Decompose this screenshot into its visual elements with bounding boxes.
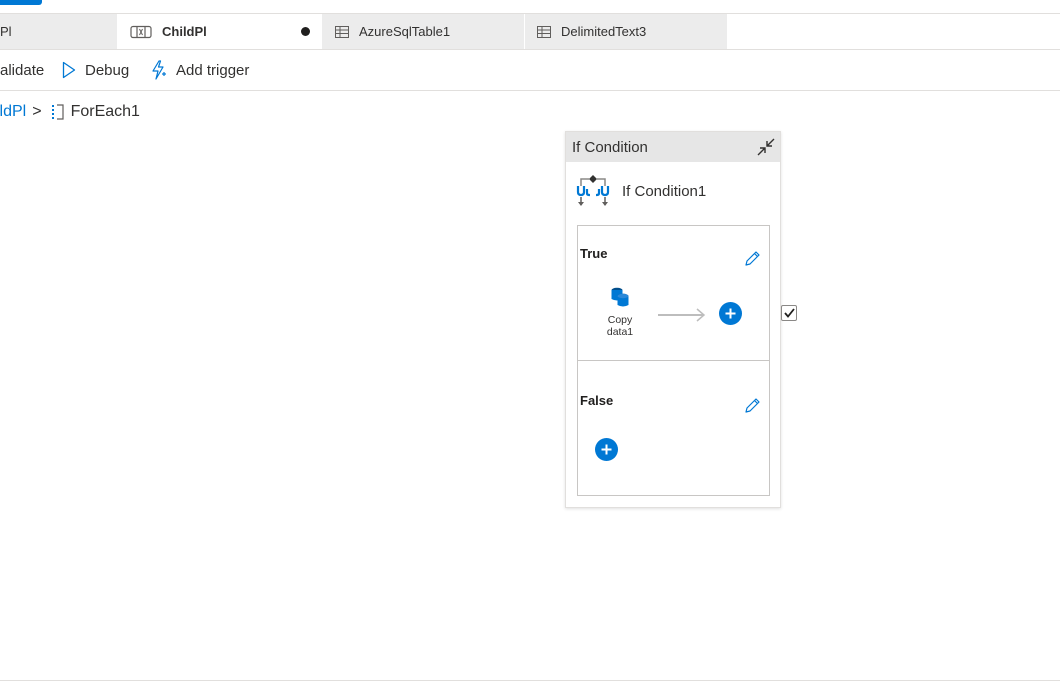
breadcrumb-separator: > — [32, 103, 42, 120]
tab-label: Pl — [0, 24, 12, 39]
validate-button[interactable]: alidate — [0, 50, 44, 90]
pencil-icon — [745, 251, 760, 266]
tab-bar: Pl ChildPl AzureSqlTable1 DelimitedText3 — [0, 14, 1060, 50]
breadcrumb: ildPl > ForEach1 — [0, 100, 140, 124]
pencil-icon — [745, 398, 760, 413]
table-icon — [537, 25, 551, 38]
collapse-button[interactable] — [755, 136, 777, 158]
debug-button[interactable]: Debug — [62, 50, 129, 90]
breadcrumb-current: ForEach1 — [51, 103, 140, 121]
if-condition-header: If Condition — [566, 132, 780, 162]
app-logo-fragment — [0, 0, 42, 5]
copy-data-label: Copy data1 — [607, 314, 633, 338]
checkmark-icon — [783, 308, 795, 318]
play-icon — [62, 61, 76, 79]
arrow-head-icon — [696, 308, 706, 322]
plus-icon — [601, 444, 612, 455]
tab-label: AzureSqlTable1 — [359, 24, 451, 39]
foreach-icon — [51, 104, 64, 120]
tab-label: DelimitedText3 — [561, 24, 647, 39]
success-output-checkbox[interactable] — [781, 305, 797, 321]
false-branch-label: False — [580, 393, 614, 408]
if-condition-header-title: If Condition — [572, 138, 648, 156]
tab-label: ChildPl — [162, 24, 207, 39]
copy-data-label-line1: Copy — [607, 314, 633, 326]
add-activity-true-button[interactable] — [719, 302, 742, 325]
edit-false-branch-button[interactable] — [743, 397, 761, 415]
tab-delimitedtext3[interactable]: DelimitedText3 — [525, 14, 727, 49]
validate-label: alidate — [0, 61, 45, 79]
breadcrumb-current-label: ForEach1 — [70, 103, 140, 120]
breadcrumb-parent-link[interactable]: ildPl — [0, 103, 26, 121]
if-condition-activity-name: If Condition1 — [622, 182, 707, 200]
tab-childpl[interactable]: ChildPl — [118, 14, 321, 49]
tab-azuresqltable1[interactable]: AzureSqlTable1 — [322, 14, 524, 49]
toolbar: alidate Debug Add trigger — [0, 50, 1060, 91]
if-condition-activity[interactable]: If Condition1 — [576, 173, 706, 209]
collapse-icon — [757, 138, 775, 156]
add-trigger-label: Add trigger — [176, 61, 250, 79]
true-branch: True Copy data1 — [577, 225, 770, 361]
debug-label: Debug — [85, 61, 130, 79]
false-branch: False — [577, 360, 770, 496]
add-trigger-button[interactable]: Add trigger — [150, 50, 249, 90]
add-activity-false-button[interactable] — [595, 438, 618, 461]
table-icon — [335, 25, 349, 38]
if-condition-container[interactable]: If Condition If Condition1 True Copy dat… — [565, 131, 781, 508]
true-branch-label: True — [580, 246, 608, 261]
lightning-icon — [152, 60, 166, 80]
tab-pipeline-1[interactable]: Pl — [0, 14, 117, 49]
unsaved-indicator-icon — [301, 27, 310, 36]
plus-icon — [725, 308, 736, 319]
copy-data-label-line2: data1 — [606, 326, 634, 338]
edit-true-branch-button[interactable] — [743, 250, 761, 268]
if-condition-icon — [576, 175, 610, 206]
copy-data-icon — [611, 287, 629, 307]
copy-data-activity[interactable]: Copy data1 — [600, 286, 640, 338]
pipeline-icon — [130, 25, 152, 39]
